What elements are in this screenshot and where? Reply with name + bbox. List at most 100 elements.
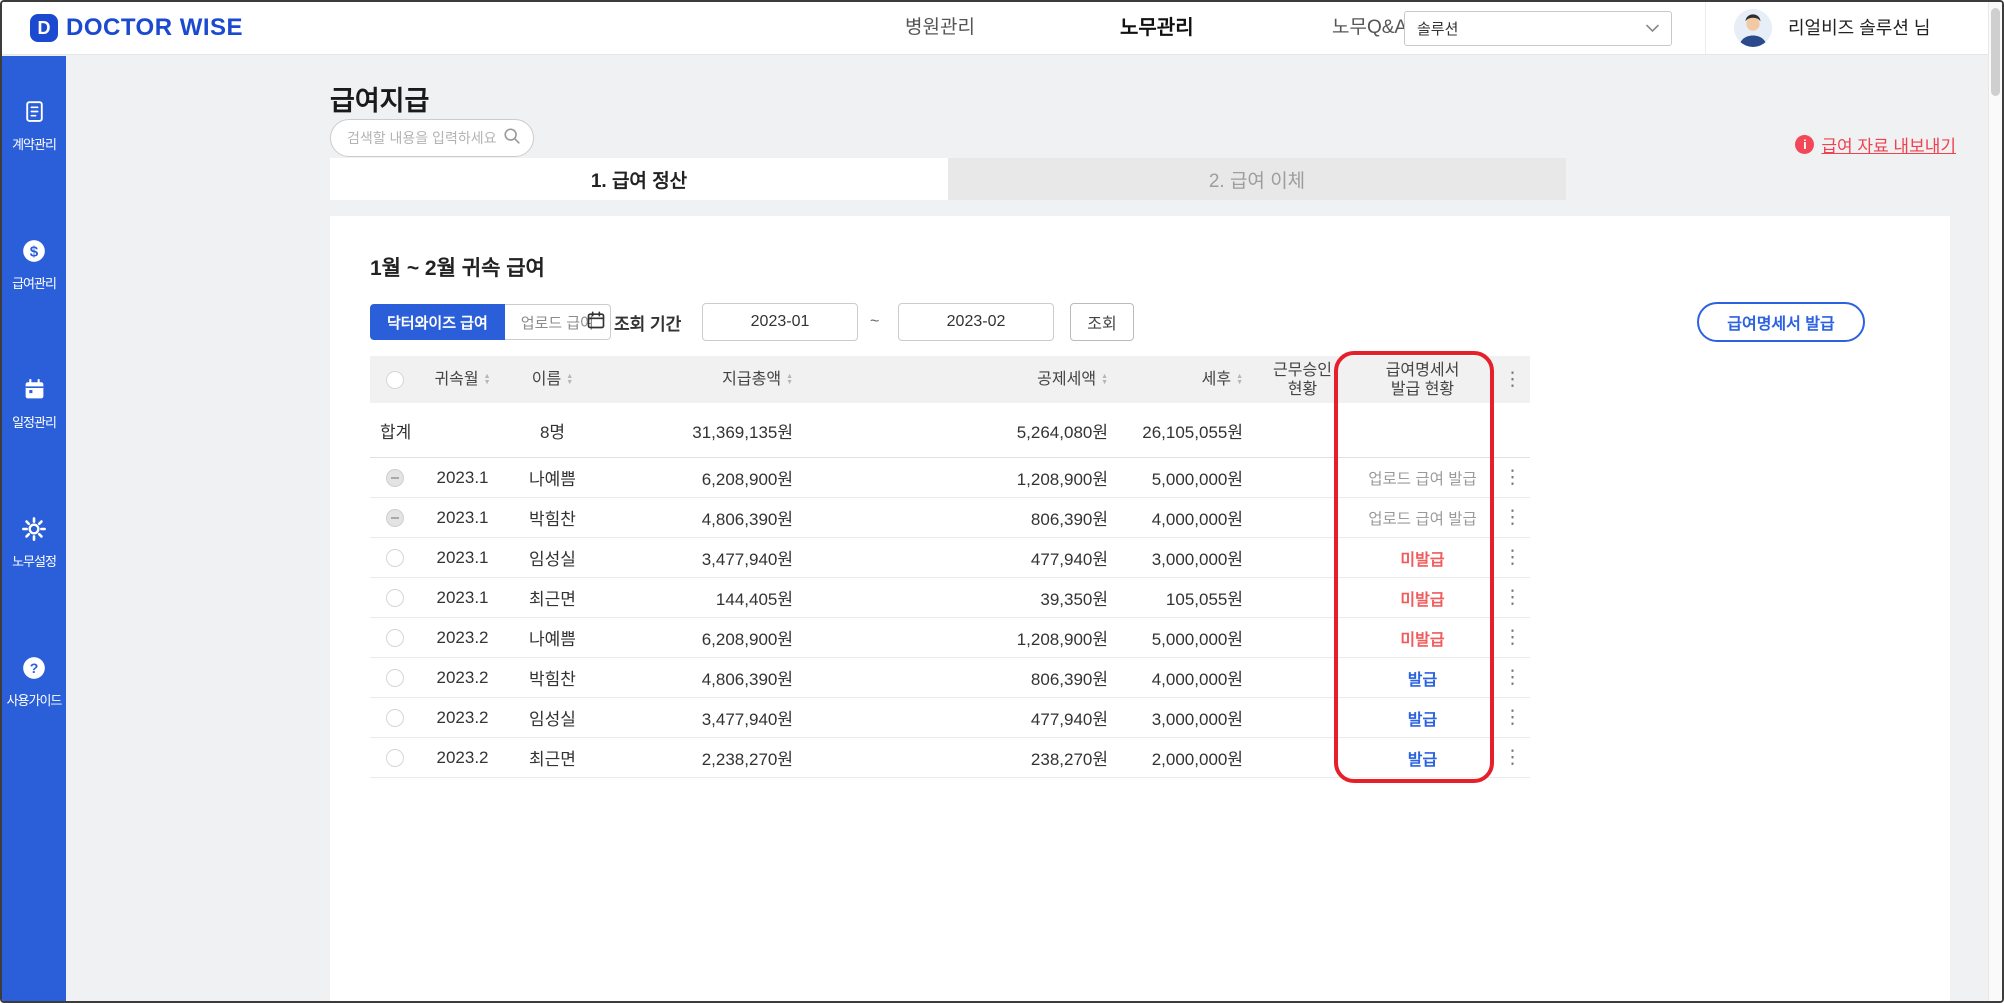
scrollbar-thumb[interactable] — [1991, 8, 2000, 96]
row-menu-cell: ⋮ — [1495, 458, 1530, 497]
calendar-small-icon — [586, 310, 606, 335]
table-row: 2023.2 최근면 2,238,270원 238,270원 2,000,000… — [370, 738, 1530, 778]
row-checkbox[interactable] — [386, 708, 404, 727]
row-checkbox[interactable] — [386, 588, 404, 607]
sort-icon[interactable]: ▲ ▼ — [1101, 373, 1108, 386]
sidebar-item-contracts[interactable]: 계약관리 — [2, 98, 66, 153]
table-row: 2023.1 임성실 3,477,940원 477,940원 3,000,000… — [370, 538, 1530, 578]
sidebar-item-payroll[interactable]: $ 급여관리 — [2, 237, 66, 292]
table-row: 2023.1 나예쁨 6,208,900원 1,208,900원 5,000,0… — [370, 458, 1530, 498]
avatar[interactable] — [1734, 9, 1772, 47]
summary-label: 합계 — [380, 422, 412, 442]
row-deduction: 477,940원 — [1030, 550, 1108, 569]
col-label: 지급총액 — [722, 371, 782, 388]
row-checkbox[interactable] — [386, 548, 404, 567]
col-deduction[interactable]: 공제세액 ▲ ▼ — [805, 356, 1120, 403]
issue-status[interactable]: 미발급 — [1400, 586, 1444, 610]
row-menu-button[interactable]: ⋮ — [1503, 468, 1522, 487]
row-menu-cell: ⋮ — [1495, 738, 1530, 777]
main-content: 급여지급 i 급여 자료 내보내기 1. 급여 정산 2. 급여 이체 1월 ~… — [66, 56, 2002, 1001]
col-name[interactable]: 이름 ▲ ▼ — [505, 356, 600, 403]
export-payroll-link[interactable]: i 급여 자료 내보내기 — [1795, 132, 1956, 157]
row-name: 최근면 — [529, 590, 576, 609]
date-from-input[interactable]: 2023-01 — [702, 303, 858, 341]
row-select-cell — [370, 538, 420, 577]
sidebar-item-settings[interactable]: 노무설정 — [2, 515, 66, 570]
search-icon[interactable] — [503, 127, 521, 150]
issue-status[interactable]: 미발급 — [1400, 546, 1444, 570]
search-box — [330, 119, 534, 157]
summary-row: 합계 8명 31,369,135원 5,264,080원 26,105,055원 — [370, 403, 1530, 458]
row-month: 2023.1 — [436, 547, 489, 567]
solution-select[interactable]: 솔루션 — [1404, 11, 1672, 46]
user-name[interactable]: 리얼비즈 솔루션 님 — [1788, 2, 1930, 54]
logo[interactable]: D DOCTOR WISE — [30, 2, 243, 54]
row-month: 2023.1 — [436, 587, 489, 607]
col-total[interactable]: 지급총액 ▲ ▼ — [600, 356, 805, 403]
tab-bar: 1. 급여 정산 2. 급여 이체 — [330, 158, 1566, 200]
issue-status[interactable]: 발급 — [1408, 666, 1437, 690]
scrollbar-track[interactable] — [1988, 2, 2002, 1001]
issue-status[interactable]: 업로드 급여 발급 — [1368, 467, 1476, 489]
row-name: 나예쁨 — [529, 470, 576, 489]
row-total: 2,238,270원 — [701, 750, 793, 769]
col-label: 급여명세서 발급 현황 — [1385, 361, 1460, 398]
select-all-checkbox[interactable] — [386, 370, 404, 389]
row-net: 105,055원 — [1165, 590, 1243, 609]
row-menu-button[interactable]: ⋮ — [1503, 588, 1522, 607]
sidebar-item-guide[interactable]: ? 사용가이드 — [2, 654, 66, 709]
row-select-cell — [370, 578, 420, 617]
issue-status[interactable]: 발급 — [1408, 706, 1437, 730]
chevron-down-icon — [1646, 20, 1659, 37]
issue-payslip-button[interactable]: 급여명세서 발급 — [1697, 302, 1865, 342]
logo-text: DOCTOR WISE — [66, 14, 244, 41]
row-status-cell: 미발급 — [1350, 538, 1495, 577]
tab-salary-settlement[interactable]: 1. 급여 정산 — [330, 158, 948, 200]
row-menu-button[interactable]: ⋮ — [1503, 508, 1522, 527]
date-range-tilde: ~ — [870, 313, 880, 330]
nav-labor-qna[interactable]: 노무Q&A — [1332, 2, 1407, 54]
sort-icon[interactable]: ▲ ▼ — [1236, 373, 1243, 386]
row-menu-button[interactable]: ⋮ — [1503, 668, 1522, 687]
row-checkbox[interactable] — [386, 508, 404, 527]
sidebar-item-schedule[interactable]: 일정관리 — [2, 376, 66, 431]
nav-hospital-management[interactable]: 병원관리 — [905, 2, 975, 54]
row-checkbox[interactable] — [386, 748, 404, 767]
col-net[interactable]: 세후 ▲ ▼ — [1120, 356, 1255, 403]
date-to-input[interactable]: 2023-02 — [898, 303, 1054, 341]
row-menu-cell: ⋮ — [1495, 578, 1530, 617]
row-deduction: 1,208,900원 — [1016, 630, 1108, 649]
row-name: 나예쁨 — [529, 630, 576, 649]
row-menu-button[interactable]: ⋮ — [1503, 628, 1522, 647]
nav-labor-management[interactable]: 노무관리 — [1120, 2, 1194, 54]
logo-d-icon: D — [30, 14, 58, 42]
row-checkbox[interactable] — [386, 468, 404, 487]
dollar-icon: $ — [21, 237, 47, 264]
row-menu-cell: ⋮ — [1495, 618, 1530, 657]
issue-status[interactable]: 업로드 급여 발급 — [1368, 507, 1476, 529]
header-menu-button[interactable]: ⋮ — [1503, 370, 1522, 389]
col-month[interactable]: 귀속월 ▲ ▼ — [420, 356, 505, 403]
sort-icon[interactable]: ▲ ▼ — [484, 373, 491, 386]
col-label: 공제세액 — [1037, 371, 1097, 388]
row-deduction: 238,270원 — [1030, 750, 1108, 769]
row-status-cell: 미발급 — [1350, 618, 1495, 657]
doctorwise-salary-button[interactable]: 닥터와이즈 급여 — [370, 304, 505, 340]
issue-status[interactable]: 미발급 — [1400, 626, 1444, 650]
query-button[interactable]: 조회 — [1070, 303, 1134, 341]
row-menu-button[interactable]: ⋮ — [1503, 748, 1522, 767]
row-checkbox[interactable] — [386, 628, 404, 647]
sort-icon[interactable]: ▲ ▼ — [566, 373, 573, 386]
select-all-cell — [370, 356, 420, 403]
row-checkbox[interactable] — [386, 668, 404, 687]
person-icon — [1734, 9, 1772, 47]
row-work-approval — [1255, 658, 1350, 697]
salary-card: 1월 ~ 2월 귀속 급여 닥터와이즈 급여 업로드 급여 조회 기간 2023… — [330, 216, 1950, 1001]
sort-icon[interactable]: ▲ ▼ — [786, 373, 793, 386]
tab-salary-transfer[interactable]: 2. 급여 이체 — [948, 158, 1566, 200]
search-input[interactable] — [347, 130, 503, 146]
row-menu-button[interactable]: ⋮ — [1503, 548, 1522, 567]
issue-status[interactable]: 발급 — [1408, 746, 1437, 770]
row-select-cell — [370, 458, 420, 497]
row-menu-button[interactable]: ⋮ — [1503, 708, 1522, 727]
